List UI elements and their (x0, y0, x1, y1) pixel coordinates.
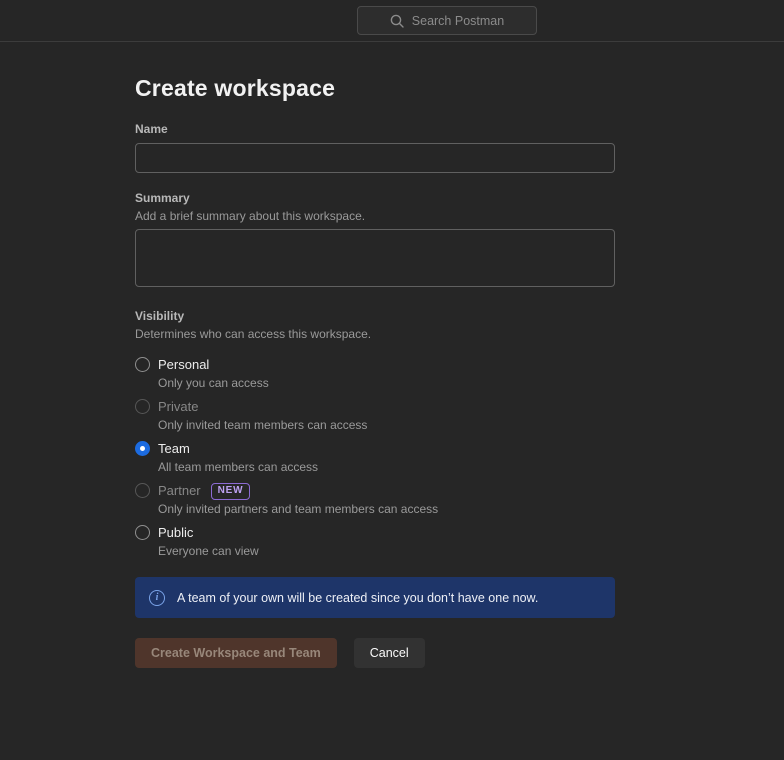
page-title: Create workspace (135, 75, 615, 102)
option-label: Public (158, 524, 193, 542)
radio-private[interactable] (135, 399, 150, 414)
name-input[interactable] (135, 143, 615, 173)
option-description: All team members can access (158, 458, 318, 476)
option-label: Private (158, 398, 198, 416)
summary-field: Summary Add a brief summary about this w… (135, 191, 615, 292)
name-field: Name (135, 122, 615, 173)
radio-partner[interactable] (135, 483, 150, 498)
summary-label: Summary (135, 191, 615, 206)
info-icon: i (149, 590, 165, 606)
summary-textarea[interactable] (135, 229, 615, 287)
radio-team[interactable] (135, 441, 150, 456)
search-placeholder: Search Postman (412, 14, 504, 28)
visibility-field: Visibility Determines who can access thi… (135, 309, 615, 560)
option-description: Everyone can view (158, 542, 259, 560)
name-label: Name (135, 122, 615, 137)
radio-public[interactable] (135, 525, 150, 540)
info-banner-text: A team of your own will be created since… (177, 591, 538, 605)
top-bar: Search Postman (0, 0, 784, 42)
info-banner: i A team of your own will be created sin… (135, 577, 615, 618)
radio-option-team[interactable]: Team All team members can access (135, 440, 615, 476)
radio-option-private[interactable]: Private Only invited team members can ac… (135, 398, 615, 434)
radio-option-partner[interactable]: Partner NEW Only invited partners and te… (135, 482, 615, 518)
option-label: Partner (158, 482, 201, 500)
option-description: Only invited team members can access (158, 416, 367, 434)
option-description: Only invited partners and team members c… (158, 500, 438, 518)
radio-option-personal[interactable]: Personal Only you can access (135, 356, 615, 392)
search-icon (390, 14, 404, 28)
action-buttons: Create Workspace and Team Cancel (135, 638, 615, 668)
summary-help: Add a brief summary about this workspace… (135, 208, 615, 224)
visibility-label: Visibility (135, 309, 615, 324)
radio-option-public[interactable]: Public Everyone can view (135, 524, 615, 560)
create-workspace-form: Create workspace Name Summary Add a brie… (135, 42, 615, 668)
cancel-button[interactable]: Cancel (354, 638, 425, 668)
radio-personal[interactable] (135, 357, 150, 372)
option-description: Only you can access (158, 374, 269, 392)
option-label: Team (158, 440, 190, 458)
create-workspace-button[interactable]: Create Workspace and Team (135, 638, 337, 668)
search-input[interactable]: Search Postman (357, 6, 537, 35)
visibility-help: Determines who can access this workspace… (135, 326, 615, 342)
visibility-options: Personal Only you can access Private Onl… (135, 356, 615, 560)
option-label: Personal (158, 356, 209, 374)
new-badge: NEW (211, 483, 251, 500)
